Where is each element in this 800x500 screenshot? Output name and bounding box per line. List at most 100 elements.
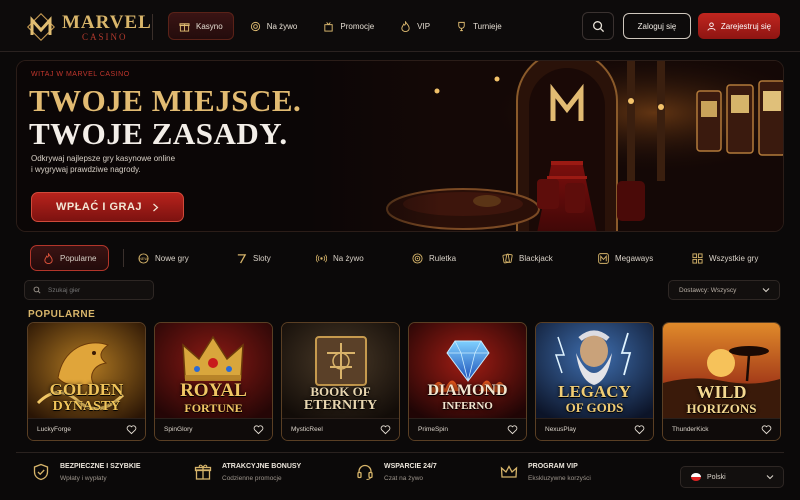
tab-label: Megaways	[615, 253, 654, 263]
heart-icon[interactable]	[634, 424, 645, 435]
heart-icon[interactable]	[761, 424, 772, 435]
tab-label: Sloty	[253, 253, 271, 263]
game-title-line1: LEGACY	[558, 382, 631, 401]
chevron-right-icon	[153, 203, 159, 211]
game-title-line1: GOLDEN	[49, 380, 124, 399]
hero-title-line1: TWOJE MIEJSCE.	[29, 83, 302, 118]
nav-kasyno[interactable]: Kasyno	[168, 12, 234, 40]
search-button[interactable]	[582, 12, 614, 40]
feature-title: ATRAKCYJNE BONUSY	[222, 463, 302, 470]
game-search-box[interactable]	[24, 280, 154, 300]
present-icon	[324, 21, 333, 32]
heart-icon[interactable]	[126, 424, 137, 435]
card-footer: MysticReel	[282, 418, 399, 440]
language-label: Polski	[707, 473, 726, 481]
tab-wszystkie-gry[interactable]: Wszystkie gry	[692, 245, 758, 271]
game-title-line1: ROYAL	[180, 380, 247, 401]
hero-banner: WITAJ W MARVEL CASINO TWOJE MIEJSCE. TWO…	[16, 60, 784, 232]
hero-title-line2: TWOJE ZASADY.	[29, 116, 288, 151]
feature-sub: Codzienne promocje	[222, 475, 282, 482]
hero-description-line1: Odkrywaj najlepsze gry kasynowe online	[31, 154, 176, 163]
providers-label: Dostawcy: Wszyscy	[679, 286, 737, 294]
game-provider: SpinGlory	[164, 426, 193, 433]
svg-text:NEW: NEW	[139, 256, 148, 260]
card-footer: SpinGlory	[155, 418, 272, 440]
tab-label: Blackjack	[519, 253, 553, 263]
card-footer: NexusPlay	[536, 418, 653, 440]
broadcast-icon	[316, 254, 327, 262]
tab-ruletka[interactable]: Ruletka	[412, 245, 456, 271]
game-card-golden-dynasty[interactable]: GOLDEN DYNASTY LuckyForge	[27, 322, 146, 441]
game-title-line2: HORIZONS	[686, 401, 757, 416]
category-tabs: Popularne NEW Nowe gry Sloty Na żywo Rul…	[16, 240, 784, 276]
nav-promocje[interactable]: Promocje	[313, 12, 384, 40]
section-title: POPULARNE	[28, 309, 96, 320]
heart-icon[interactable]	[380, 424, 391, 435]
game-card-diamond-inferno[interactable]: DIAMOND INFERNO PrimeSpin	[408, 322, 527, 441]
search-icon	[592, 20, 604, 32]
seven-icon	[237, 253, 247, 263]
heart-icon[interactable]	[507, 424, 518, 435]
game-title-line1: DIAMOND	[427, 382, 508, 399]
game-title-line1: BOOK OF	[310, 384, 371, 399]
chevron-down-icon	[766, 475, 774, 480]
shield-icon	[33, 463, 49, 481]
feature-sub: Czat na żywo	[384, 475, 424, 482]
game-provider: LuckyForge	[37, 426, 71, 433]
nav-vip[interactable]: VIP	[390, 12, 440, 40]
game-card-book-of-eternity[interactable]: BOOK OF ETERNITY MysticReel	[281, 322, 400, 441]
card-footer: ThunderKick	[663, 418, 780, 440]
tab-na-zywo[interactable]: Na żywo	[316, 245, 364, 271]
game-card-wild-horizons[interactable]: WILD HORIZONS ThunderKick	[662, 322, 781, 441]
feature-title: BEZPIECZNE I SZYBKIE	[60, 463, 141, 470]
grid-icon	[692, 252, 703, 264]
top-bar: MARVEL CASINO Kasyno Na żywo Promocje VI…	[0, 0, 800, 52]
game-search-input[interactable]	[48, 286, 148, 294]
roulette-icon	[412, 252, 423, 264]
tab-blackjack[interactable]: Blackjack	[502, 245, 553, 271]
heart-icon[interactable]	[253, 424, 264, 435]
tab-label: Popularne	[60, 253, 97, 263]
tab-sloty[interactable]: Sloty	[236, 245, 271, 271]
providers-dropdown[interactable]: Dostawcy: Wszyscy	[668, 280, 780, 300]
nav-label: Na żywo	[266, 21, 298, 31]
features-strip: BEZPIECZNE I SZYBKIE Wpłaty i wypłaty AT…	[16, 452, 784, 492]
fire-icon	[401, 20, 410, 32]
user-icon	[707, 21, 716, 31]
game-card-royal-fortune[interactable]: ROYAL FORTUNE SpinGlory	[154, 322, 273, 441]
tab-popularne[interactable]: Popularne	[30, 245, 110, 271]
tabs-divider	[123, 249, 124, 267]
game-title-line2: INFERNO	[442, 400, 493, 412]
brand-name: MARVEL	[62, 12, 152, 33]
cards-icon	[502, 253, 513, 263]
nav-label: Turnieje	[473, 21, 502, 31]
fire-icon	[44, 252, 53, 264]
tab-megaways[interactable]: Megaways	[598, 245, 653, 271]
hero-kicker: WITAJ W MARVEL CASINO	[31, 71, 130, 78]
feature-sub: Ekskluzywne korzyści	[528, 475, 591, 482]
new-icon: NEW	[138, 252, 149, 264]
logo[interactable]: MARVEL CASINO	[24, 8, 154, 46]
game-title-line2: ETERNITY	[303, 398, 378, 413]
feature-sub: Wpłaty i wypłaty	[60, 475, 107, 482]
tab-nowe-gry[interactable]: NEW Nowe gry	[138, 245, 189, 271]
nav-label: VIP	[417, 21, 431, 31]
tab-label: Ruletka	[429, 253, 457, 263]
headset-icon	[357, 464, 373, 481]
game-card-legacy-of-gods[interactable]: LEGACY OF GODS NexusPlay	[535, 322, 654, 441]
crown-icon	[500, 465, 518, 478]
tab-label: Nowe gry	[155, 253, 189, 263]
nav-turnieje[interactable]: Turnieje	[446, 12, 512, 40]
chevron-down-icon	[762, 288, 770, 293]
trophy-icon	[458, 21, 465, 31]
feature-title: PROGRAM VIP	[528, 463, 578, 470]
gift-icon	[179, 22, 190, 32]
login-button[interactable]: Zaloguj się	[623, 13, 691, 39]
register-button[interactable]: Zarejestruj się	[698, 13, 780, 39]
deposit-play-button[interactable]: WPŁAĆ I GRAJ	[31, 192, 184, 222]
games-grid: GOLDEN DYNASTY LuckyForge ROYAL FORTUNE …	[27, 322, 781, 442]
language-selector[interactable]: Polski	[680, 466, 784, 488]
brand-sub: CASINO	[82, 32, 128, 42]
nav-label: Kasyno	[196, 21, 223, 31]
nav-na-zywo[interactable]: Na żywo	[240, 12, 308, 40]
